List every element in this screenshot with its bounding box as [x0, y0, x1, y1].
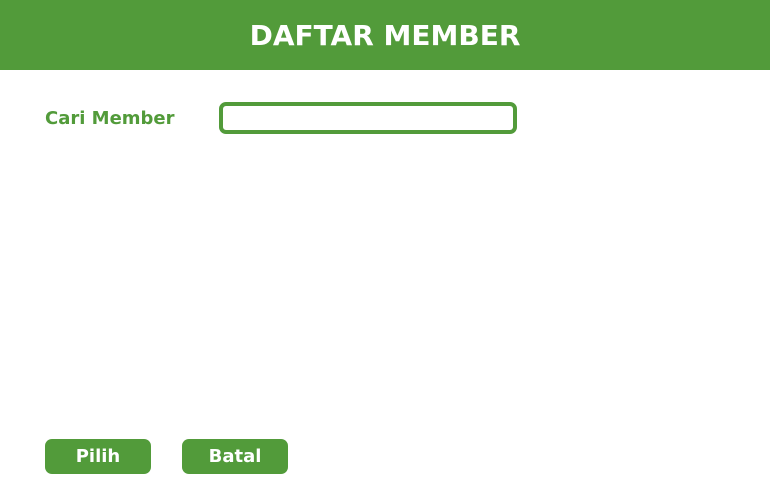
select-button[interactable]: Pilih — [45, 439, 151, 474]
cancel-button[interactable]: Batal — [182, 439, 288, 474]
search-input[interactable] — [219, 102, 517, 134]
page-title: DAFTAR MEMBER — [249, 18, 521, 52]
header-bar: DAFTAR MEMBER — [0, 0, 770, 70]
search-label: Cari Member — [45, 108, 175, 129]
